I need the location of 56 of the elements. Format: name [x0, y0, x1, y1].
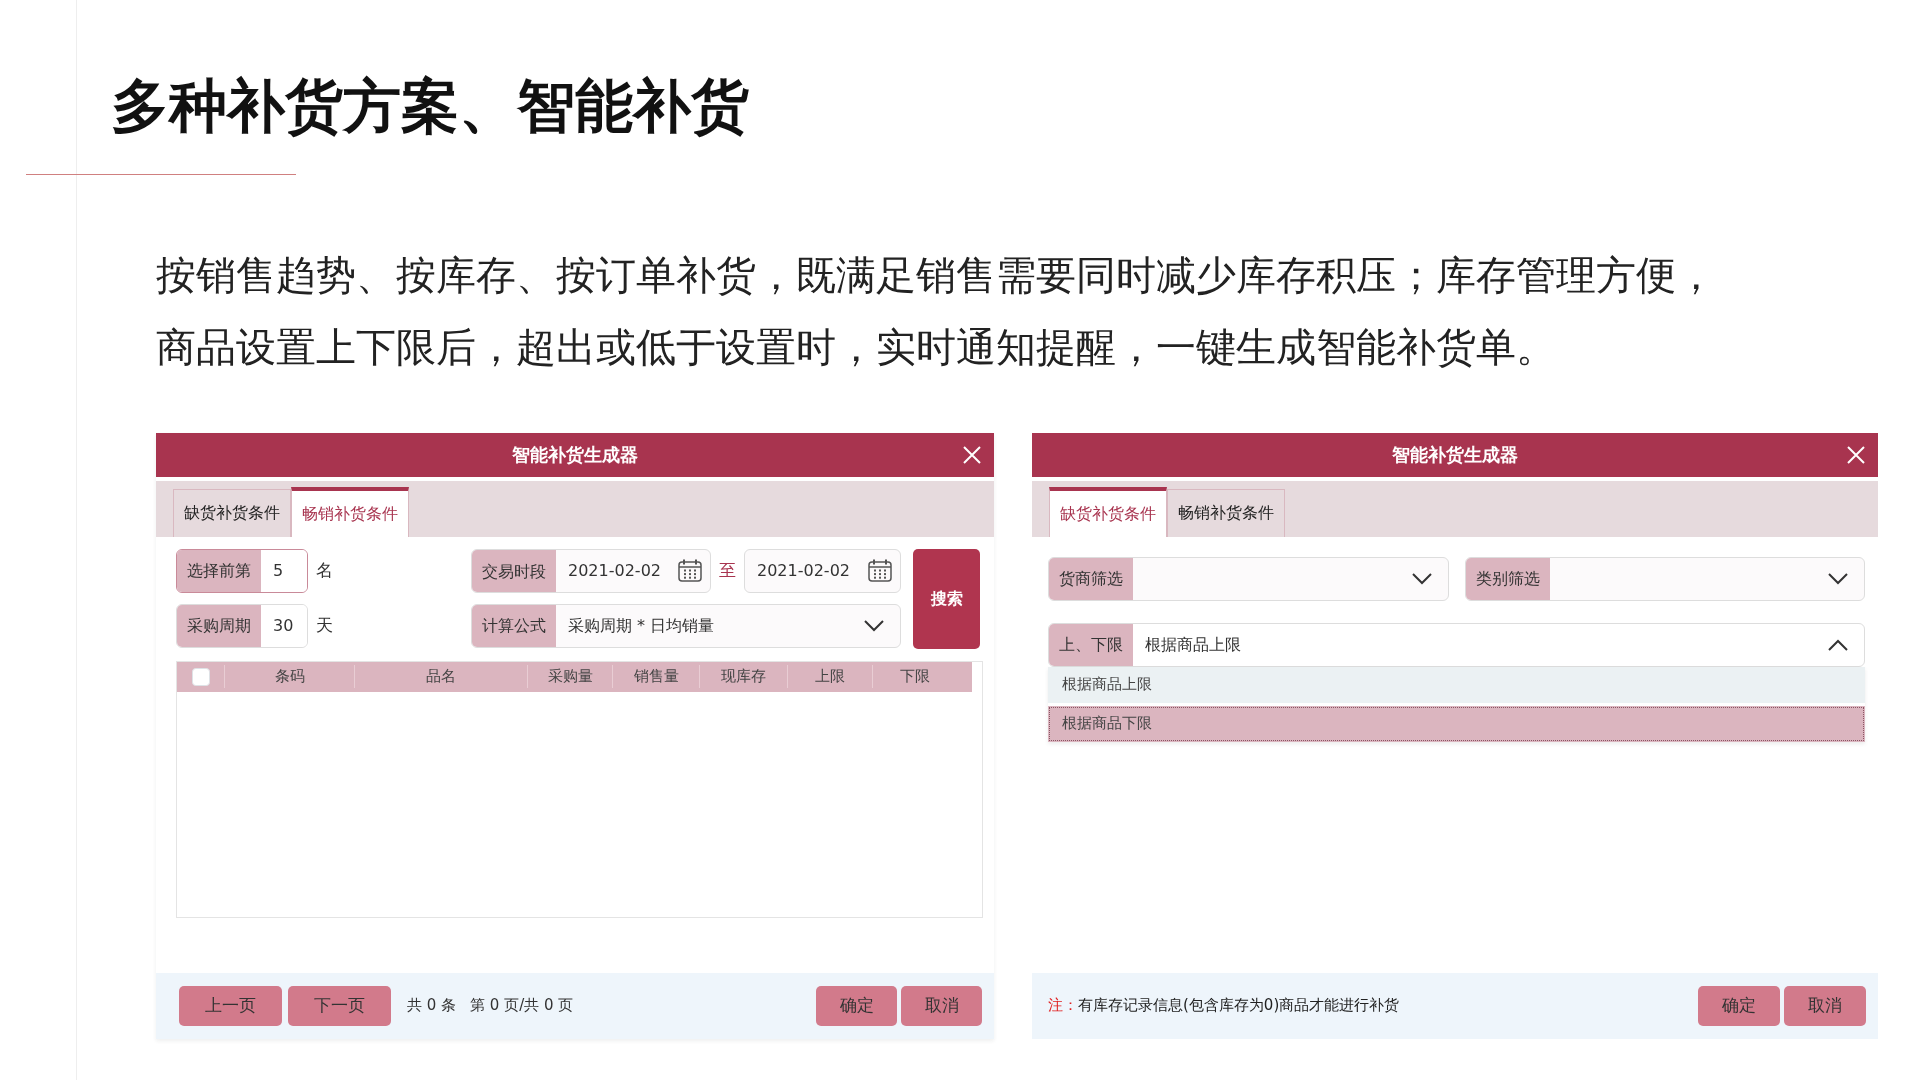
dialog-title: 智能补货生成器 [512, 443, 638, 468]
description-text: 按销售趋势、按库存、按订单补货，既满足销售需要同时减少库存积压；库存管理方便， [156, 250, 1717, 300]
unit-label: 名 [316, 558, 333, 582]
close-button[interactable] [1846, 444, 1866, 465]
column-header: 采购量 [527, 665, 612, 688]
page-indicator: 第 0 页/共 0 页 [470, 995, 574, 1017]
tab[interactable]: 缺货补货条件 [1049, 486, 1167, 537]
close-icon [962, 444, 982, 465]
record-count: 共 0 条 [407, 995, 457, 1017]
column-header: 销售量 [612, 665, 699, 688]
column-header: 现库存 [699, 665, 787, 688]
dropdown-option[interactable]: 根据商品上限 [1048, 666, 1865, 703]
field-label: 类别筛选 [1465, 557, 1550, 600]
select-all-checkbox[interactable] [191, 667, 210, 686]
previous-page-button[interactable]: 上一页 [179, 985, 282, 1026]
chevron-down-icon [1411, 572, 1432, 585]
category-select[interactable]: 类别筛选 [1464, 556, 1865, 601]
next-page-button[interactable]: 下一页 [288, 985, 391, 1026]
calendar-icon [678, 559, 702, 583]
field-label: 交易时段 [472, 549, 556, 592]
vendor-select[interactable]: 货商筛选 [1048, 556, 1449, 601]
dropdown-option[interactable]: 根据商品下限 [1048, 705, 1865, 742]
slide-title: 多种补货方案、智能补货 [110, 71, 750, 142]
cancel-button[interactable]: 取消 [1784, 985, 1866, 1026]
close-icon [1846, 444, 1866, 465]
formula-select[interactable]: 计算公式 采购周期 * 日均销量 [471, 603, 901, 648]
tab[interactable]: 畅销补货条件 [291, 486, 409, 537]
field-label: 计算公式 [472, 604, 556, 647]
date-separator: 至 [719, 558, 736, 582]
tab[interactable]: 畅销补货条件 [1167, 488, 1285, 537]
note-text: 注：有库存记录信息(包含库存为0)商品才能进行补货 [1048, 995, 1400, 1017]
date-to-field[interactable]: 2021-02-02 [744, 548, 901, 593]
tab[interactable]: 缺货补货条件 [173, 488, 291, 537]
date-from-field[interactable]: 交易时段 2021-02-02 [471, 548, 711, 593]
column-header: 品名 [354, 665, 527, 688]
chevron-down-icon [1828, 572, 1848, 585]
column-header: 下限 [872, 665, 957, 688]
chevron-down-icon [864, 619, 884, 632]
close-button[interactable] [962, 444, 982, 465]
field-label: 货商筛选 [1049, 557, 1133, 600]
calendar-icon [868, 559, 892, 583]
field-label: 上、下限 [1049, 623, 1133, 666]
column-header: 上限 [787, 665, 872, 688]
confirm-button[interactable]: 确定 [816, 985, 897, 1026]
dialog-title: 智能补货生成器 [1392, 443, 1518, 468]
search-button[interactable]: 搜索 [913, 548, 980, 649]
column-header: 条码 [224, 665, 354, 688]
description-text: 商品设置上下限后，超出或低于设置时，实时通知提醒，一键生成智能补货单。 [156, 322, 1557, 372]
limit-select[interactable]: 上、下限 根据商品上限 [1048, 622, 1865, 667]
unit-label: 天 [316, 613, 333, 637]
field-label: 采购周期 [177, 604, 261, 647]
rank-field[interactable]: 选择前第 5 [176, 548, 308, 593]
cycle-field[interactable]: 采购周期 30 [176, 603, 308, 648]
field-label: 选择前第 [177, 549, 261, 592]
confirm-button[interactable]: 确定 [1698, 985, 1780, 1026]
cancel-button[interactable]: 取消 [901, 985, 982, 1026]
